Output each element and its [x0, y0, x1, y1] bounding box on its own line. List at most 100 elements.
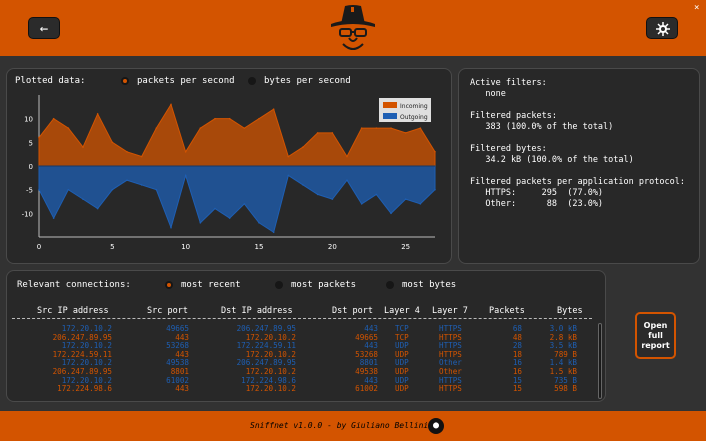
data-point-incoming: [184, 151, 187, 153]
data-point-outgoing: [170, 226, 172, 229]
cell-pk: 15: [512, 384, 522, 394]
table-row[interactable]: 172.224.59.11 443 172.20.10.2 53268 UDP HTTPS…: [12, 350, 592, 359]
report-label-3: report: [641, 341, 670, 350]
data-point-incoming: [331, 132, 334, 134]
radio-most-bytes[interactable]: [386, 281, 394, 289]
settings-button[interactable]: [646, 17, 678, 39]
close-icon[interactable]: ×: [694, 3, 699, 13]
data-point-incoming: [82, 146, 84, 148]
x-tick-label: 25: [401, 243, 410, 251]
col-packets: Packets: [489, 306, 525, 316]
footer-credits: Sniffnet v1.0.0 - by Giuliano Bellini: [250, 421, 429, 430]
col-src-ip: Src IP address: [37, 306, 109, 316]
radio-most-packets-label: most packets: [291, 280, 357, 290]
cell-dst: 172.20.10.2: [245, 384, 296, 394]
footer-bar: Sniffnet v1.0.0 - by Giuliano Bellini ●: [0, 411, 706, 441]
data-point-outgoing: [346, 179, 348, 181]
traffic-chart: 10 5 0 -5 -10 0 5 10 15 20 25 Incoming Outgoing: [22, 95, 436, 251]
data-point-incoming: [243, 127, 246, 129]
data-point-outgoing: [390, 212, 392, 215]
filters-summary: Active filters: none Filtered packets: 3…: [470, 78, 685, 209]
table-row[interactable]: 172.20.10.2 49665 206.247.89.95 443 TCP HTTPS…: [12, 324, 592, 333]
data-point-incoming: [67, 127, 70, 129]
data-point-outgoing: [67, 188, 70, 191]
data-point-incoming: [419, 127, 422, 129]
legend-label-incoming: Incoming: [400, 103, 428, 110]
col-dst-ip: Dst IP address: [221, 306, 293, 316]
radio-most-recent[interactable]: [165, 281, 173, 289]
table-row[interactable]: 172.224.98.6 443 172.20.10.2 61002 UDP HTTPS 1…: [12, 384, 592, 393]
data-point-incoming: [390, 127, 392, 129]
data-point-incoming: [258, 117, 260, 120]
data-point-incoming: [199, 127, 202, 129]
col-dst-port: Dst port: [332, 306, 373, 316]
data-point-outgoing: [140, 184, 143, 186]
data-point-outgoing: [434, 188, 436, 191]
connections-title: Relevant connections:: [17, 280, 131, 290]
col-layer4: Layer 4: [384, 306, 420, 316]
x-tick-label: 5: [110, 243, 114, 251]
data-point-incoming: [140, 155, 143, 158]
table-row[interactable]: 206.247.89.95 443 172.20.10.2 49665 TCP HTTPS…: [12, 333, 592, 342]
data-point-outgoing: [404, 198, 407, 200]
github-icon[interactable]: ●: [428, 418, 444, 434]
data-point-incoming: [111, 141, 114, 144]
data-point-outgoing: [111, 188, 114, 191]
data-point-outgoing: [82, 198, 84, 200]
legend-label-outgoing: Outgoing: [400, 114, 428, 121]
table-row[interactable]: 172.20.10.2 49538 206.247.89.95 8801 UDP Othe…: [12, 358, 592, 367]
data-point-outgoing: [419, 203, 422, 205]
connections-panel: Relevant connections: most recent most p…: [6, 270, 606, 402]
data-point-incoming: [346, 155, 348, 158]
data-point-outgoing: [375, 193, 378, 196]
filters-panel: Active filters: none Filtered packets: 3…: [458, 68, 700, 264]
data-point-outgoing: [184, 174, 187, 177]
data-point-outgoing: [52, 217, 55, 219]
cell-l4: UDP: [395, 384, 409, 394]
data-point-incoming: [228, 117, 231, 120]
data-point-incoming: [434, 151, 436, 153]
radio-most-packets[interactable]: [275, 281, 283, 289]
data-point-outgoing: [331, 198, 334, 200]
table-row[interactable]: 172.20.10.2 61002 172.224.98.6 443 UDP HTTPS 1…: [12, 376, 592, 385]
data-point-incoming: [52, 117, 55, 120]
data-point-incoming: [214, 117, 216, 120]
cell-src: 172.224.98.6: [57, 384, 112, 394]
data-point-outgoing: [302, 184, 304, 186]
open-full-report-button[interactable]: Open full report: [635, 312, 676, 359]
connections-scrollbar[interactable]: [598, 323, 602, 399]
x-tick-label: 10: [181, 243, 190, 251]
data-point-incoming: [155, 127, 158, 129]
header-divider: [12, 318, 592, 319]
y-tick-label: 0: [29, 163, 33, 171]
data-point-outgoing: [316, 193, 319, 196]
y-tick-label: -10: [22, 210, 33, 218]
data-point-incoming: [404, 132, 407, 134]
col-bytes: Bytes: [557, 306, 583, 316]
data-point-incoming: [360, 127, 363, 129]
data-point-outgoing: [96, 207, 99, 210]
data-point-outgoing: [199, 222, 202, 224]
data-point-outgoing: [360, 203, 363, 205]
cell-sport: 443: [175, 384, 189, 394]
cell-by: 598 B: [554, 384, 577, 394]
data-point-incoming: [287, 155, 290, 158]
series-area-outgoing: [38, 165, 436, 234]
x-tick-label: 20: [328, 243, 337, 251]
data-point-outgoing: [38, 188, 40, 191]
data-point-incoming: [170, 103, 172, 106]
data-point-outgoing: [126, 179, 128, 181]
data-point-outgoing: [243, 203, 246, 205]
x-tick-label: 0: [37, 243, 41, 251]
back-button[interactable]: ←: [28, 17, 60, 39]
data-point-incoming: [272, 108, 275, 110]
report-label-2: full: [648, 331, 663, 340]
header-bar: ← ×: [0, 0, 706, 56]
arrow-left-icon: ←: [39, 21, 49, 37]
y-tick-label: 10: [24, 116, 33, 124]
x-tick-label: 15: [255, 243, 264, 251]
table-row[interactable]: 206.247.89.95 8801 172.20.10.2 49538 UDP Othe…: [12, 367, 592, 376]
legend-swatch-outgoing: [383, 113, 397, 119]
data-point-incoming: [38, 136, 40, 139]
table-row[interactable]: 172.20.10.2 53268 172.224.59.11 443 UDP HTTPS…: [12, 341, 592, 350]
